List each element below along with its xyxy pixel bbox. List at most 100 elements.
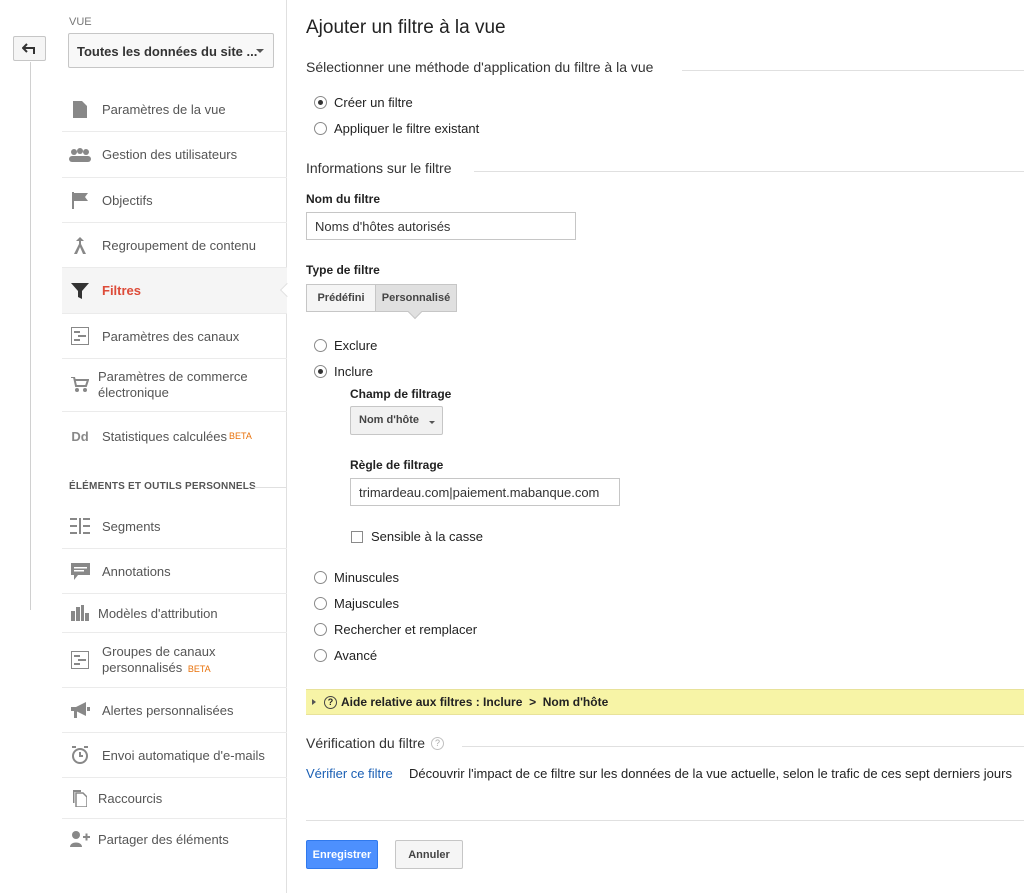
help-text: Aide relative aux filtres : Inclure > No…: [341, 695, 609, 709]
megaphone-icon: [69, 700, 91, 720]
sidebar-item-attribution-models[interactable]: Modèles d'attribution: [62, 594, 287, 633]
help-icon: ?: [324, 695, 337, 709]
radio-button: [314, 122, 327, 135]
filter-name-input[interactable]: Noms d'hôtes autorisés: [306, 212, 576, 240]
sidebar-item-shortcuts[interactable]: Raccourcis: [62, 778, 287, 819]
sidebar-item-share-assets[interactable]: Partager des éléments: [62, 819, 287, 859]
verify-heading-row: Vérification du filtre ?: [306, 735, 448, 751]
merge-icon: [69, 235, 91, 255]
filter-type-label: Type de filtre: [306, 263, 380, 277]
back-button[interactable]: [13, 36, 46, 61]
sidebar-item-users[interactable]: Gestion des utilisateurs: [62, 132, 287, 178]
filter-type-tabs: Prédéfini Personnalisé: [306, 284, 457, 312]
sidebar-item-label: Paramètres des canaux: [102, 328, 240, 344]
sidebar-item-segments[interactable]: Segments: [62, 504, 287, 549]
filter-pattern-label: Règle de filtrage: [350, 458, 444, 472]
radio-uppercase[interactable]: Majuscules: [314, 596, 399, 611]
comment-icon: [69, 561, 91, 581]
cart-icon: [69, 375, 91, 395]
sidebar-item-view-settings[interactable]: Paramètres de la vue: [62, 88, 287, 132]
view-selector[interactable]: Toutes les données du site ...: [68, 33, 274, 68]
users-icon: [69, 145, 91, 165]
sidebar-item-content-grouping[interactable]: Regroupement de contenu: [62, 223, 287, 268]
chevron-down-icon: [429, 421, 435, 424]
view-label: VUE: [69, 16, 92, 28]
filter-name-label: Nom du filtre: [306, 192, 380, 206]
radio-create-filter[interactable]: Créer un filtre: [314, 95, 413, 110]
page-title: Ajouter un filtre à la vue: [306, 17, 506, 38]
dd-icon: Dd: [71, 428, 89, 444]
sidebar-item-label: Statistiques calculées: [102, 428, 228, 444]
radio-exclude[interactable]: Exclure: [314, 338, 377, 353]
verify-heading: Vérification du filtre: [306, 735, 426, 751]
sidebar-item-label: Paramètres de la vue: [102, 102, 226, 117]
radio-label: Inclure: [334, 364, 374, 379]
sidebar-item-custom-channel-groups[interactable]: Groupes de canaux personnalisés BETA: [62, 633, 287, 688]
view-selector-value: Toutes les données du site ...: [77, 44, 258, 59]
sidebar-item-annotations[interactable]: Annotations: [62, 549, 287, 594]
method-heading: Sélectionner une méthode d'application d…: [306, 59, 654, 75]
sidebar-item-label: Alertes personnalisées: [102, 702, 234, 718]
sidebar-item-label: Raccourcis: [98, 790, 163, 806]
sidebar-item-label: Modèles d'attribution: [98, 605, 218, 621]
section-divider: [253, 487, 287, 488]
sidebar-item-filters[interactable]: Filtres: [62, 268, 287, 314]
back-arrow-icon: [21, 42, 35, 54]
checkbox-label: Sensible à la casse: [371, 529, 484, 544]
chevron-down-icon: [256, 49, 264, 53]
clock-icon: [69, 745, 91, 765]
save-button[interactable]: Enregistrer: [306, 840, 378, 869]
segments-icon: [69, 516, 91, 536]
sidebar-item-label: Annotations: [102, 563, 171, 579]
personal-section-title: ÉLÉMENTS ET OUTILS PERSONNELS: [69, 481, 256, 492]
sidebar-item-channel-settings[interactable]: Paramètres des canaux: [62, 314, 287, 359]
add-user-icon: [69, 829, 91, 849]
left-rail: [0, 0, 62, 893]
sidebar-item-label: Filtres: [102, 283, 142, 298]
section-divider: [462, 746, 1024, 747]
radio-button: [314, 597, 327, 610]
sidebar-item-ecommerce[interactable]: Paramètres de commerce électronique: [62, 359, 287, 412]
sidebar-item-scheduled-emails[interactable]: Envoi automatique d'e-mails: [62, 733, 287, 778]
radio-advanced[interactable]: Avancé: [314, 648, 377, 663]
filter-icon: [69, 281, 91, 301]
filter-field-value: Nom d'hôte: [359, 414, 420, 426]
help-icon[interactable]: ?: [431, 736, 445, 750]
checkbox: [351, 530, 363, 543]
radio-button: [314, 649, 327, 662]
radio-search-replace[interactable]: Rechercher et remplacer: [314, 622, 477, 637]
radio-button: [314, 571, 327, 584]
beta-badge: BETA: [187, 663, 211, 674]
document-icon: [69, 100, 91, 120]
sidebar-item-label: Paramètres de commerce électronique: [98, 369, 248, 400]
radio-label: Minuscules: [334, 570, 400, 585]
sidebar-item-custom-alerts[interactable]: Alertes personnalisées: [62, 688, 287, 733]
filter-help-bar[interactable]: ? Aide relative aux filtres : Inclure > …: [306, 689, 1024, 715]
sidebar-item-label: Regroupement de contenu: [102, 237, 256, 253]
radio-apply-existing[interactable]: Appliquer le filtre existant: [314, 121, 479, 136]
flag-icon: [69, 190, 91, 210]
admin-sidebar: VUE Toutes les données du site ... Param…: [62, 0, 287, 893]
copy-icon: [69, 788, 91, 808]
radio-button: [314, 339, 327, 352]
sidebar-item-label: Partager des éléments: [98, 831, 229, 847]
case-sensitive-checkbox[interactable]: Sensible à la casse: [351, 529, 483, 544]
sidebar-item-calculated-metrics[interactable]: Dd Statistiques calculées BETA: [62, 412, 287, 460]
radio-include[interactable]: Inclure: [314, 364, 373, 379]
verify-filter-link[interactable]: Vérifier ce filtre: [306, 766, 393, 781]
radio-label: Majuscules: [334, 596, 400, 611]
beta-badge: BETA: [229, 431, 252, 441]
filter-pattern-input[interactable]: trimardeau.com|paiement.mabanque.com: [350, 478, 620, 506]
radio-button: [314, 96, 327, 109]
cancel-button[interactable]: Annuler: [395, 840, 463, 869]
footer-divider: [306, 820, 1024, 821]
radio-label: Avancé: [334, 648, 378, 663]
tab-predefined[interactable]: Prédéfini: [306, 284, 376, 312]
sidebar-item-goals[interactable]: Objectifs: [62, 178, 287, 223]
filter-field-label: Champ de filtrage: [350, 387, 452, 401]
filter-field-select[interactable]: Nom d'hôte: [350, 406, 443, 435]
section-divider: [474, 171, 1024, 172]
radio-lowercase[interactable]: Minuscules: [314, 570, 399, 585]
rail-divider: [30, 62, 31, 610]
radio-label: Rechercher et remplacer: [334, 622, 478, 637]
